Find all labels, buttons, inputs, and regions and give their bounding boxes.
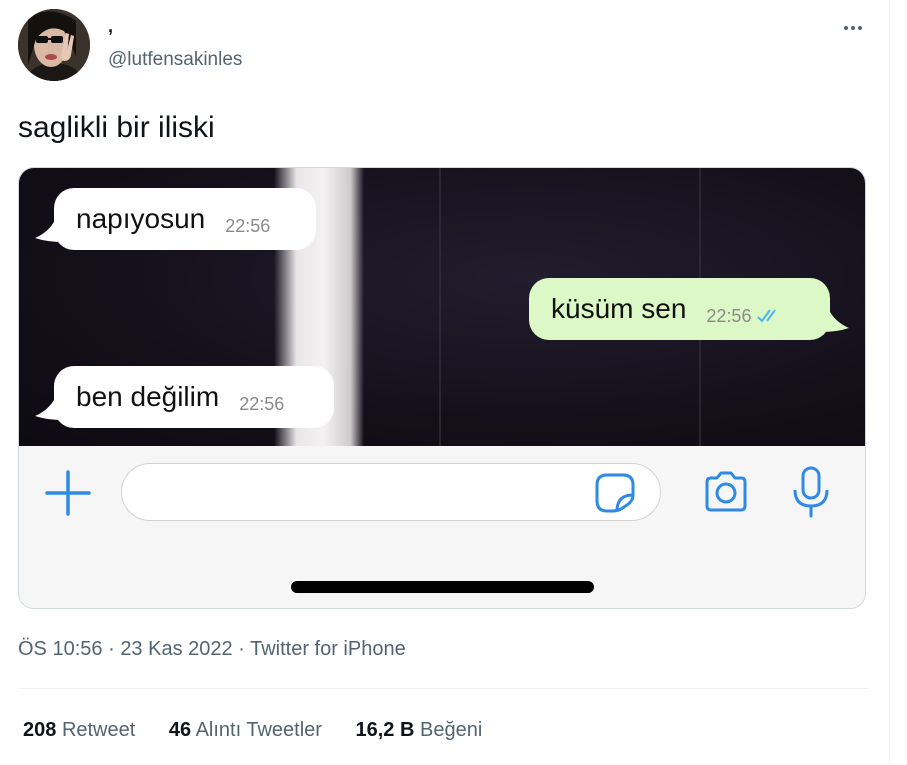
message-text: ben değilim [76,381,220,412]
meta-separator: · [108,638,115,660]
retweets-label: Retweet [61,719,136,741]
timeline-border [889,0,890,765]
tweet-time: ÖS 10:56 [18,638,103,660]
more-horizontal-icon [844,26,848,30]
message-time: 22:56 [225,215,271,236]
display-name[interactable]: , [108,16,113,36]
retweets-count: 208 [23,719,57,741]
chat-message-outgoing: küsüm sen 22:56 [529,278,830,340]
meta-separator: · [238,638,245,660]
message-text: napıyosun [76,203,206,234]
read-receipt-icon [757,309,777,323]
sticker-icon[interactable] [595,473,635,513]
more-options-button[interactable] [836,14,870,42]
tweet-time-link[interactable]: ÖS 10:56 · 23 Kas 2022 [18,638,233,660]
tweet-date: 23 Kas 2022 [120,638,233,660]
likes-label: Beğeni [420,719,483,741]
avatar-image [18,9,90,81]
chat-input-bar [19,446,865,608]
camera-icon[interactable] [701,468,751,518]
message-text: küsüm sen [551,293,687,324]
plus-icon[interactable] [43,468,93,518]
quote-tweets-stat[interactable]: 46 Alıntı Tweetler [169,718,322,742]
tweet-stats: 208 Retweet 46 Alıntı Tweetler 16,2 B Be… [23,718,510,742]
tweet-source-link[interactable]: Twitter for iPhone [250,638,406,660]
chat-message-incoming: ben değilim 22:56 [54,366,334,428]
tweet-media-image[interactable]: napıyosun 22:56 küsüm sen 22:56 ben deği… [18,167,866,609]
background-fold [439,168,441,446]
microphone-icon[interactable] [789,466,833,520]
quote-tweets-count: 46 [168,719,192,741]
home-indicator [291,581,594,593]
avatar[interactable] [18,9,90,81]
user-handle[interactable]: @lutfensakinles [108,48,242,72]
retweets-stat[interactable]: 208 Retweet [23,718,135,742]
message-time: 22:56 [239,393,285,414]
tweet-metadata: ÖS 10:56 · 23 Kas 2022 · Twitter for iPh… [18,637,406,661]
likes-stat[interactable]: 16,2 B Beğeni [356,718,483,742]
more-horizontal-icon [858,26,862,30]
message-input[interactable] [121,463,661,521]
tweet-text: saglikli bir iliski [18,111,215,144]
likes-count: 16,2 B [355,719,415,741]
chat-message-incoming: napıyosun 22:56 [54,188,316,250]
more-horizontal-icon [851,26,855,30]
quote-tweets-label: Alıntı Tweetler [195,719,322,741]
message-time: 22:56 [706,305,752,326]
divider [18,688,868,689]
